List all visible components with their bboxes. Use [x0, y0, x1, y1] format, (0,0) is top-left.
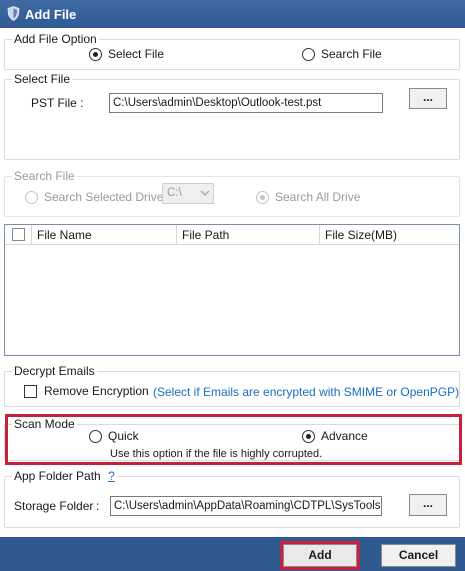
- pst-file-label: PST File :: [31, 96, 84, 110]
- file-list-table[interactable]: File Name File Path File Size(MB): [4, 224, 460, 356]
- search-selected-drive-radio[interactable]: Search Selected Drive: [25, 190, 163, 204]
- shield-icon: [7, 6, 20, 24]
- storage-browse-button[interactable]: ...: [409, 494, 447, 516]
- storage-folder-colon: :: [96, 499, 100, 513]
- column-file-path[interactable]: File Path: [176, 225, 319, 245]
- search-file-legend: Search File: [12, 169, 77, 183]
- decrypt-emails-legend: Decrypt Emails: [12, 364, 97, 378]
- select-file-legend: Select File: [12, 72, 73, 86]
- search-file-radio[interactable]: Search File: [302, 47, 382, 61]
- search-file-radio-dot[interactable]: [302, 47, 315, 61]
- add-button-highlight: [280, 541, 360, 570]
- select-file-radio[interactable]: Select File: [89, 47, 164, 61]
- select-file-radio-dot[interactable]: [89, 47, 102, 61]
- search-selected-drive-radio-dot[interactable]: [25, 190, 38, 204]
- search-selected-drive-label: Search Selected Drive: [44, 190, 164, 204]
- scan-mode-highlight: [5, 414, 462, 465]
- remove-encryption-label: Remove Encryption: [44, 384, 149, 398]
- search-all-drive-label: Search All Drive: [275, 190, 361, 204]
- window-title: Add File: [25, 7, 77, 22]
- select-file-group: Select File: [4, 72, 460, 160]
- column-file-size[interactable]: File Size(MB): [319, 225, 459, 245]
- title-bar: Add File: [0, 0, 465, 28]
- select-file-radio-label: Select File: [108, 47, 165, 61]
- chevron-down-icon: [200, 188, 210, 200]
- select-all-checkbox[interactable]: [12, 228, 25, 241]
- search-all-drive-radio[interactable]: Search All Drive: [256, 190, 360, 204]
- add-file-option-legend: Add File Option: [12, 32, 99, 46]
- column-file-name[interactable]: File Name: [31, 225, 176, 245]
- storage-folder-label: Storage Folder: [14, 499, 94, 513]
- encryption-hint-text: (Select if Emails are encrypted with SMI…: [153, 385, 460, 399]
- help-link[interactable]: ?: [108, 469, 115, 483]
- cancel-button[interactable]: Cancel: [381, 544, 456, 567]
- remove-encryption-checkbox[interactable]: Remove Encryption: [24, 384, 149, 398]
- drive-select-value: C:\: [167, 187, 182, 199]
- pst-browse-button[interactable]: ...: [409, 88, 447, 109]
- app-folder-legend-text: App Folder Path: [14, 469, 101, 483]
- storage-folder-input[interactable]: C:\Users\admin\AppData\Roaming\CDTPL\Sys…: [110, 496, 382, 516]
- table-header: File Name File Path File Size(MB): [5, 225, 459, 245]
- app-folder-legend: App Folder Path ?: [12, 469, 117, 483]
- drive-select[interactable]: C:\: [162, 183, 214, 204]
- search-all-drive-radio-dot[interactable]: [256, 190, 269, 204]
- add-file-option-group: Add File Option: [4, 32, 460, 70]
- remove-encryption-box[interactable]: [24, 384, 37, 398]
- search-file-radio-label: Search File: [321, 47, 382, 61]
- pst-file-input[interactable]: C:\Users\admin\Desktop\Outlook-test.pst: [109, 93, 383, 113]
